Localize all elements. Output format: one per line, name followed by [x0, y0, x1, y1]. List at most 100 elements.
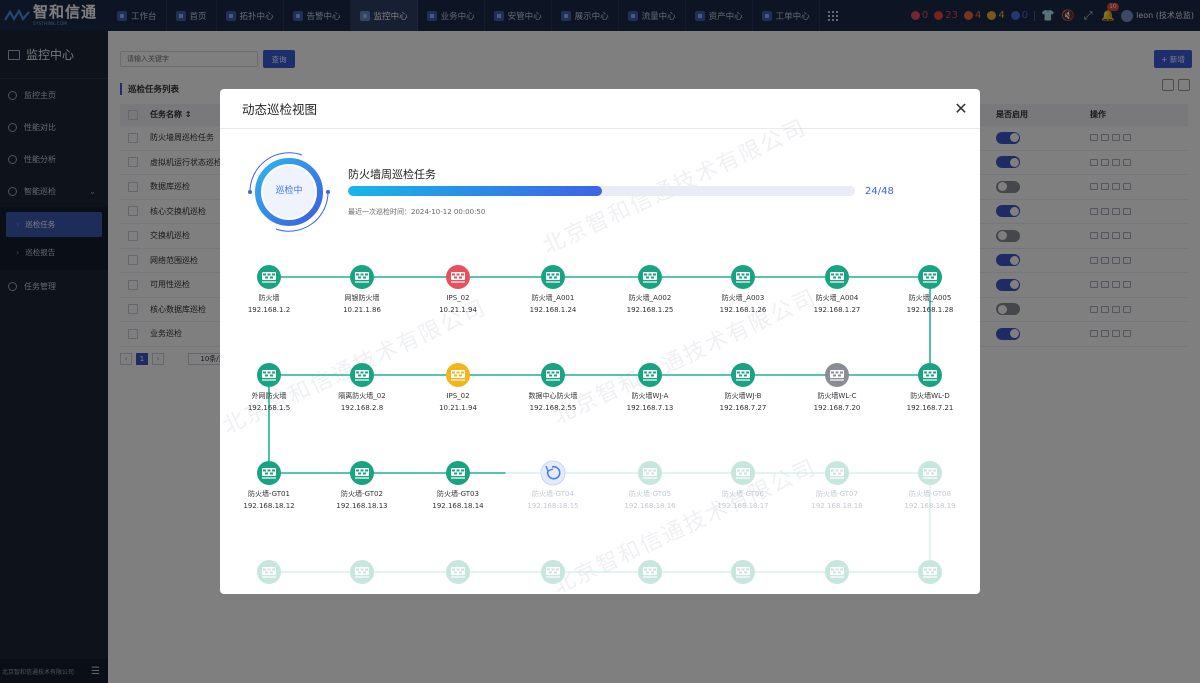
device-label: 数据中心防火墙 192.168.2.55	[503, 390, 603, 414]
device-ip: 192.168.1.26	[719, 306, 767, 314]
device-node[interactable]	[918, 265, 942, 289]
inspection-view-dialog: 北京智和信通技术有限公司 北京智和信通技术有限公司 北京智和信通技术有限公司 北…	[220, 89, 980, 594]
device-ip: 192.168.1.5	[247, 404, 291, 412]
device-name: 防火墙-GT05	[629, 490, 671, 498]
device-label: 防火墙-GT02 192.168.18.13	[312, 488, 412, 512]
device-label: 防火墙-GT06 192.168.18.17	[693, 488, 793, 512]
device-node[interactable]	[638, 265, 662, 289]
device-node[interactable]	[731, 265, 755, 289]
device-name: 防火墙WL-C	[817, 392, 857, 400]
device-ip: 192.168.2.55	[529, 404, 577, 412]
device-node[interactable]	[257, 560, 281, 584]
device-label: 防火墙 192.168.1.2	[220, 292, 319, 316]
device-name: 防火墙	[258, 294, 280, 302]
device-node[interactable]	[825, 461, 849, 485]
device-node[interactable]	[918, 461, 942, 485]
device-node[interactable]	[446, 265, 470, 289]
device-label: IPS_02 10.21.1.94	[408, 292, 508, 316]
device-name: 隔离防火墙_02	[338, 392, 386, 400]
device-label: 防火墙_A005 192.168.1.28	[880, 292, 980, 316]
device-ip: 192.168.18.19	[904, 502, 956, 510]
device-name: IPS_02	[446, 392, 470, 400]
device-ip: 192.168.18.12	[243, 502, 295, 510]
device-node[interactable]	[350, 560, 374, 584]
device-name: 防火墙-GT06	[722, 490, 764, 498]
device-node[interactable]	[446, 560, 470, 584]
device-name: 防火墙-GT01	[248, 490, 290, 498]
device-name: 外网防火墙	[251, 392, 287, 400]
device-ip: 192.168.7.21	[906, 404, 954, 412]
device-label: 防火墙_A002 192.168.1.25	[600, 292, 700, 316]
device-node[interactable]	[731, 363, 755, 387]
device-node[interactable]	[446, 461, 470, 485]
device-node[interactable]	[257, 363, 281, 387]
device-ip: 192.168.1.25	[626, 306, 674, 314]
device-node[interactable]	[350, 461, 374, 485]
device-name: 防火墙-GT07	[816, 490, 858, 498]
device-node[interactable]	[918, 363, 942, 387]
inspection-topology	[257, 265, 942, 584]
device-node[interactable]	[825, 363, 849, 387]
device-label: 防火墙WL-C 192.168.7.20	[787, 390, 887, 414]
device-node-running[interactable]	[540, 460, 566, 486]
device-ip: 10.21.1.94	[439, 404, 477, 412]
device-node[interactable]	[825, 560, 849, 584]
device-name: 防火墙WJ-A	[631, 392, 669, 400]
device-ip: 10.21.1.94	[439, 306, 477, 314]
device-name: 防火墙WJ-B	[724, 392, 762, 400]
device-name: 网银防火墙	[344, 294, 380, 302]
device-label: 防火墙_A001 192.168.1.24	[503, 292, 603, 316]
device-node[interactable]	[446, 363, 470, 387]
device-ip: 192.168.7.20	[813, 404, 861, 412]
device-label: 防火墙_A003 192.168.1.26	[693, 292, 793, 316]
device-ip: 192.168.1.24	[529, 306, 577, 314]
device-ip: 192.168.18.17	[717, 502, 769, 510]
device-name: 防火墙-GT02	[341, 490, 383, 498]
device-name: 数据中心防火墙	[528, 392, 578, 400]
device-node[interactable]	[350, 363, 374, 387]
device-ip: 192.168.18.14	[432, 502, 484, 510]
device-ip: 192.168.18.16	[624, 502, 676, 510]
device-ip: 192.168.18.13	[336, 502, 388, 510]
device-ip: 192.168.1.2	[247, 306, 291, 314]
device-node[interactable]	[731, 461, 755, 485]
device-label: 网银防火墙 10.21.1.86	[312, 292, 412, 316]
device-ip: 10.21.1.86	[343, 306, 381, 314]
device-name: 防火墙_A004	[815, 294, 859, 302]
device-node[interactable]	[638, 560, 662, 584]
device-label: 防火墙-GT04 192.168.18.15	[503, 488, 603, 512]
device-ip: 192.168.18.15	[527, 502, 579, 510]
device-node[interactable]	[825, 265, 849, 289]
device-ip: 192.168.7.13	[626, 404, 674, 412]
device-label: 防火墙-GT07 192.168.18.18	[787, 488, 887, 512]
device-node[interactable]	[350, 265, 374, 289]
device-name: 防火墙-GT04	[532, 490, 574, 498]
device-node[interactable]	[918, 560, 942, 584]
device-ip: 192.168.7.27	[719, 404, 767, 412]
device-name: 防火墙WL-D	[910, 392, 950, 400]
device-node[interactable]	[541, 363, 565, 387]
device-node[interactable]	[257, 461, 281, 485]
device-node[interactable]	[541, 560, 565, 584]
device-name: 防火墙_A001	[531, 294, 575, 302]
device-label: 防火墙WJ-B 192.168.7.27	[693, 390, 793, 414]
device-name: 防火墙-GT03	[437, 490, 479, 498]
device-ip: 192.168.1.27	[813, 306, 861, 314]
device-name: 防火墙-GT08	[909, 490, 951, 498]
device-node[interactable]	[257, 265, 281, 289]
device-node[interactable]	[638, 461, 662, 485]
device-node[interactable]	[638, 363, 662, 387]
device-label: 防火墙-GT05 192.168.18.16	[600, 488, 700, 512]
device-label: 防火墙-GT03 192.168.18.14	[408, 488, 508, 512]
device-label: 防火墙WJ-A 192.168.7.13	[600, 390, 700, 414]
device-name: 防火墙_A002	[628, 294, 672, 302]
device-ip: 192.168.18.18	[811, 502, 863, 510]
device-label: 隔离防火墙_02 192.168.2.8	[312, 390, 412, 414]
device-name: IPS_02	[446, 294, 470, 302]
device-label: 外网防火墙 192.168.1.5	[220, 390, 319, 414]
device-name: 防火墙_A003	[721, 294, 765, 302]
device-node[interactable]	[541, 265, 565, 289]
device-label: 防火墙-GT01 192.168.18.12	[220, 488, 319, 512]
device-name: 防火墙_A005	[908, 294, 952, 302]
device-node[interactable]	[731, 560, 755, 584]
